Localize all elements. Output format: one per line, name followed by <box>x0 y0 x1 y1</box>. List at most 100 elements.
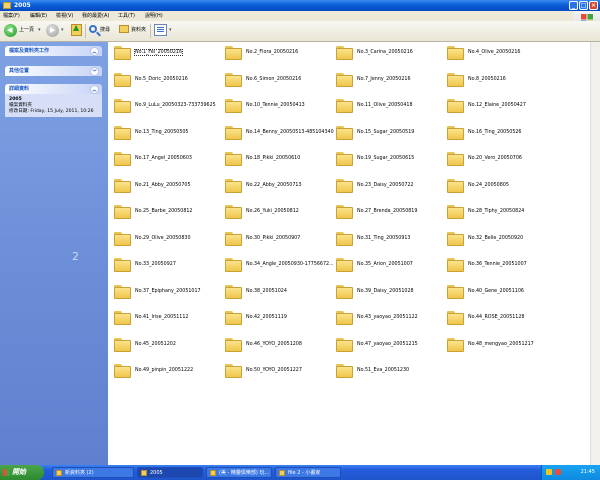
taskbar-item[interactable]: file 2 - 小畫家 <box>275 467 341 478</box>
folder-item[interactable]: No.8_20050216 <box>441 69 551 91</box>
menu-help[interactable]: 說明(H) <box>145 11 163 21</box>
taskbar-item[interactable]: 新資料夾 (2) <box>52 467 134 478</box>
maximize-button[interactable]: □ <box>579 1 588 10</box>
close-button[interactable]: × <box>589 1 598 10</box>
folders-icon[interactable] <box>119 25 129 33</box>
chevron-down-icon[interactable]: ︾ <box>90 67 99 76</box>
folder-item[interactable]: No.11_Olive_20050418 <box>330 95 440 117</box>
folder-item[interactable]: No.15_Sugar_20050519 <box>330 122 440 144</box>
folder-view: No.1_Fei_20050216 No.2_Flora_20050216 No.3… <box>108 42 600 465</box>
folder-item[interactable]: No.45_20051202 <box>108 334 218 356</box>
chevron-up-icon[interactable]: ︽ <box>90 47 99 56</box>
tray-icon[interactable] <box>555 469 561 475</box>
folder-icon <box>336 231 353 246</box>
taskbar-item-label: file 2 - 小畫家 <box>288 470 321 476</box>
folder-item[interactable]: No.22_Abby_20050713 <box>219 175 329 197</box>
forward-dropdown-icon[interactable]: ▾ <box>61 24 64 37</box>
folder-label: No.22_Abby_20050713 <box>246 182 302 188</box>
folder-item[interactable]: No.50_YOYO_20051227 <box>219 360 329 382</box>
folder-item[interactable]: No.35_Arion_20051007 <box>330 254 440 276</box>
folder-label: No.39_Daisy_20051028 <box>357 288 414 294</box>
folder-item[interactable]: No.40_Gene_20051106 <box>441 281 551 303</box>
vertical-scrollbar[interactable] <box>590 42 600 465</box>
toolbar-separator <box>150 24 151 38</box>
menu-edit[interactable]: 編輯(E) <box>30 11 47 21</box>
folder-item[interactable]: No.12_Elaine_20050427 <box>441 95 551 117</box>
folder-item[interactable]: No.43_yaoyao_20051122 <box>330 307 440 329</box>
clock: 21:45 <box>580 469 595 475</box>
folder-label: No.48_mengyao_20051217 <box>468 341 534 347</box>
folder-item[interactable]: No.29_Olive_20050830 <box>108 228 218 250</box>
folder-item[interactable]: No.2_Flora_20050216 <box>219 42 329 64</box>
folder-icon <box>225 205 242 219</box>
folder-item[interactable]: No.24_20050805 <box>441 175 551 197</box>
search-icon[interactable] <box>89 25 97 33</box>
back-dropdown-icon[interactable]: ▾ <box>38 24 41 37</box>
folder-item[interactable]: No.51_Eva_20051230 <box>330 360 440 382</box>
folder-item[interactable]: No.21_Abby_20050705 <box>108 175 218 197</box>
folder-item[interactable]: No.25_Barbe_20050812 <box>108 201 218 223</box>
taskbar-item-active[interactable]: 2005 <box>137 467 203 478</box>
menu-view[interactable]: 檢視(V) <box>56 11 73 21</box>
folder-item[interactable]: No.30_Pikki_20050907 <box>219 228 329 250</box>
folder-item[interactable]: No.39_Daisy_20051028 <box>330 281 440 303</box>
views-icon[interactable] <box>154 24 167 36</box>
folder-item[interactable]: No.18_Pikki_20050610 <box>219 148 329 170</box>
panel-header[interactable]: 其他位置 ︾ <box>5 66 102 76</box>
folder-item[interactable]: No.27_Brenda_20050819 <box>330 201 440 223</box>
folder-item[interactable]: No.5_Doric_20050216 <box>108 69 218 91</box>
up-folder-icon[interactable] <box>71 23 82 36</box>
folder-item[interactable]: No.38_20051024 <box>219 281 329 303</box>
forward-arrow-icon[interactable] <box>46 24 59 37</box>
folder-item[interactable]: No.13_Ting_20050505 <box>108 122 218 144</box>
folder-icon <box>447 46 464 60</box>
taskbar-item-label: 2005 <box>150 470 163 476</box>
folder-item[interactable]: No.34_Angle_20050930-17756672... <box>219 254 334 276</box>
folder-item[interactable]: No.4_Olive_20050216 <box>441 42 551 64</box>
menu-tools[interactable]: 工具(T) <box>118 11 135 21</box>
back-arrow-icon[interactable] <box>4 24 17 37</box>
folder-item[interactable]: No.1_Fei_20050216 <box>108 42 218 64</box>
minimize-button[interactable]: _ <box>569 1 578 10</box>
back-button-label[interactable]: 上一頁 <box>19 24 34 37</box>
search-button-label[interactable]: 搜尋 <box>100 24 110 37</box>
folder-item[interactable]: No.9_LuLu_20050323-733739625 <box>108 95 218 117</box>
folder-item[interactable]: No.3_Carina_20050216 <box>330 42 440 64</box>
folder-item[interactable]: No.48_mengyao_20051217 <box>441 334 551 356</box>
views-dropdown-icon[interactable]: ▾ <box>169 24 172 37</box>
folder-item[interactable]: No.28_Tiphy_20050824 <box>441 201 551 223</box>
folder-item[interactable]: No.26_Yuki_20050812 <box>219 201 329 223</box>
folder-label: No.29_Olive_20050830 <box>135 235 191 241</box>
tray-icon[interactable] <box>546 469 552 475</box>
folder-item[interactable]: No.44_ROSE_20051128 <box>441 307 551 329</box>
folder-item[interactable]: No.37_Epiphany_20051017 <box>108 281 218 303</box>
panel-header[interactable]: 檔案及資料夾工作 ︽ <box>5 46 102 56</box>
folder-item[interactable]: No.19_Sugar_20050615 <box>330 148 440 170</box>
folder-item[interactable]: No.36_Tennie_20051007 <box>441 254 551 276</box>
folder-item[interactable]: No.32_Belle_20050920 <box>441 228 551 250</box>
folder-item[interactable]: No.42_20051119 <box>219 307 329 329</box>
folder-item[interactable]: No.7_Jenny_20050216 <box>330 69 440 91</box>
folder-item[interactable]: No.23_Daisy_20050722 <box>330 175 440 197</box>
folder-item[interactable]: No.49_pinpin_20051222 <box>108 360 218 382</box>
folder-item[interactable]: No.10_Tennie_20050413 <box>219 95 329 117</box>
folder-item[interactable]: No.33_20050927 <box>108 254 218 276</box>
chevron-up-icon[interactable]: ︽ <box>90 85 99 94</box>
title-bar[interactable]: 2005 _ □ × <box>0 0 600 11</box>
folder-item[interactable]: No.46_YOYO_20051208 <box>219 334 329 356</box>
folder-item[interactable]: No.41_Irise_20051112 <box>108 307 218 329</box>
folder-item[interactable]: No.47_yaoyao_20051215 <box>330 334 440 356</box>
start-button[interactable]: 開始 <box>0 465 44 480</box>
folder-item[interactable]: No.6_Simon_20050216 <box>219 69 329 91</box>
menu-favorites[interactable]: 我的最愛(A) <box>82 11 109 21</box>
menu-file[interactable]: 檔案(F) <box>3 11 20 21</box>
taskbar-item[interactable]: (美 - 精靈俱樂部) 玩... <box>206 467 272 478</box>
folder-icon <box>447 337 464 352</box>
folder-item[interactable]: No.31_Ting_20050913 <box>330 228 440 250</box>
folders-button-label[interactable]: 資料夾 <box>131 24 146 37</box>
folder-item[interactable]: No.20_Vero_20050706 <box>441 148 551 170</box>
folder-item[interactable]: No.16_Ting_20050526 <box>441 122 551 144</box>
panel-header[interactable]: 詳細資料 ︽ <box>5 84 102 94</box>
folder-item[interactable]: No.14_Benny_20050513-485104340 <box>219 122 334 144</box>
folder-item[interactable]: No.17_Angel_20050603 <box>108 148 218 170</box>
